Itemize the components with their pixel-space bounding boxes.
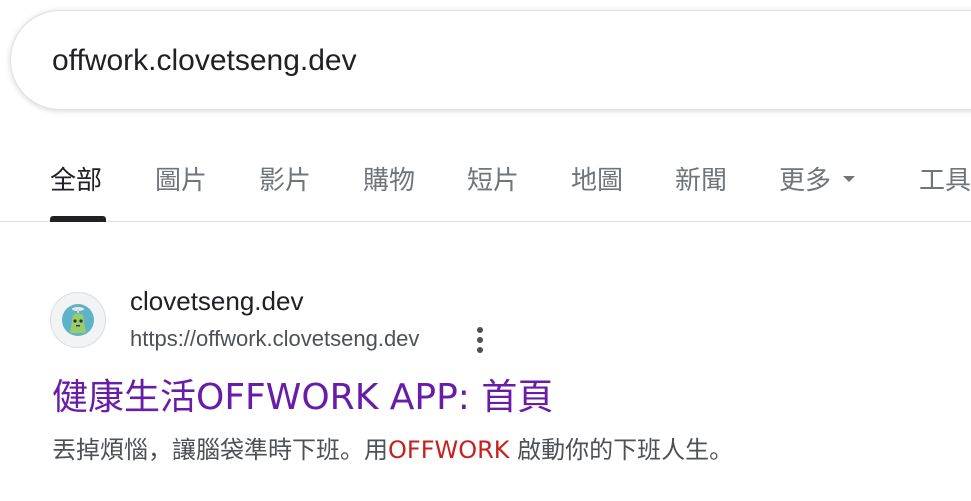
snippet-text-before: 丟掉煩惱，讓腦袋準時下班。用 [52,436,388,464]
search-results-page: 全部 圖片 影片 購物 短片 地圖 新聞 更多 工具 clovetseng.de… [0,0,971,501]
result-url[interactable]: https://offwork.clovetseng.dev [130,326,419,352]
tab-more[interactable]: 更多 [779,160,856,197]
tab-videos[interactable]: 影片 [259,160,311,197]
tab-shopping[interactable]: 購物 [363,160,415,197]
tab-more-label: 更多 [779,166,832,196]
tab-news[interactable]: 新聞 [675,160,727,197]
green-mascot-icon [62,304,94,336]
tab-maps[interactable]: 地圖 [571,160,623,197]
tab-tools[interactable]: 工具 [919,160,971,197]
tab-shorts[interactable]: 短片 [467,160,519,197]
site-favicon[interactable] [50,292,106,348]
result-snippet: 丟掉煩惱，讓腦袋準時下班。用OFFWORK 啟動你的下班人生。 [52,430,733,465]
snippet-highlight: OFFWORK [388,436,510,464]
tab-images[interactable]: 圖片 [155,160,207,197]
result-title-link[interactable]: 健康生活OFFWORK APP: 首頁 [52,368,553,420]
search-input[interactable] [52,41,912,81]
chevron-down-icon [843,175,856,182]
more-options-icon[interactable] [468,324,492,356]
search-box[interactable] [10,10,971,110]
active-tab-indicator [50,216,106,222]
snippet-text-after: 啟動你的下班人生。 [509,436,734,464]
tab-all[interactable]: 全部 [50,160,102,197]
search-tabs: 全部 圖片 影片 購物 短片 地圖 新聞 更多 工具 [0,140,971,222]
result-site-name[interactable]: clovetseng.dev [130,286,303,317]
